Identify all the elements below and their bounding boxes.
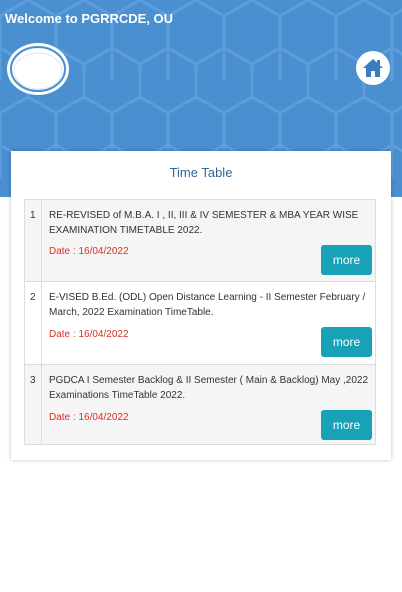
timetable-description: RE-REVISED of M.B.A. I , II, III & IV SE… (49, 210, 359, 236)
table-row: 1 RE-REVISED of M.B.A. I , II, III & IV … (25, 200, 375, 281)
timetable-description: PGDCA I Semester Backlog & II Semester (… (49, 375, 369, 401)
timetable-date: Date : 16/04/2022 (49, 412, 129, 423)
home-button[interactable] (356, 51, 390, 85)
row-number-cell: 3 (25, 365, 42, 444)
timetable-table: 1 RE-REVISED of M.B.A. I , II, III & IV … (24, 199, 376, 445)
row-number-cell: 1 (25, 200, 42, 281)
more-button[interactable]: more (321, 245, 372, 275)
row-number: 3 (30, 375, 36, 386)
timetable-date: Date : 16/04/2022 (49, 329, 129, 340)
university-logo (6, 42, 70, 96)
panel-title: Time Table (169, 165, 233, 180)
more-button[interactable]: more (321, 410, 372, 440)
timetable-date: Date : 16/04/2022 (49, 246, 129, 257)
row-number: 1 (30, 210, 36, 221)
more-button[interactable]: more (321, 327, 372, 357)
row-number: 2 (30, 292, 36, 303)
timetable-panel: Time Table 1 RE-REVISED of M.B.A. I , II… (11, 151, 391, 460)
welcome-title: Welcome to PGRRCDE, OU (5, 11, 174, 26)
table-row: 3 PGDCA I Semester Backlog & II Semester… (25, 364, 375, 444)
timetable-description: E-VISED B.Ed. (ODL) Open Distance Learni… (49, 292, 366, 318)
row-number-cell: 2 (25, 282, 42, 364)
table-row: 2 E-VISED B.Ed. (ODL) Open Distance Lear… (25, 281, 375, 364)
home-icon (363, 59, 383, 77)
